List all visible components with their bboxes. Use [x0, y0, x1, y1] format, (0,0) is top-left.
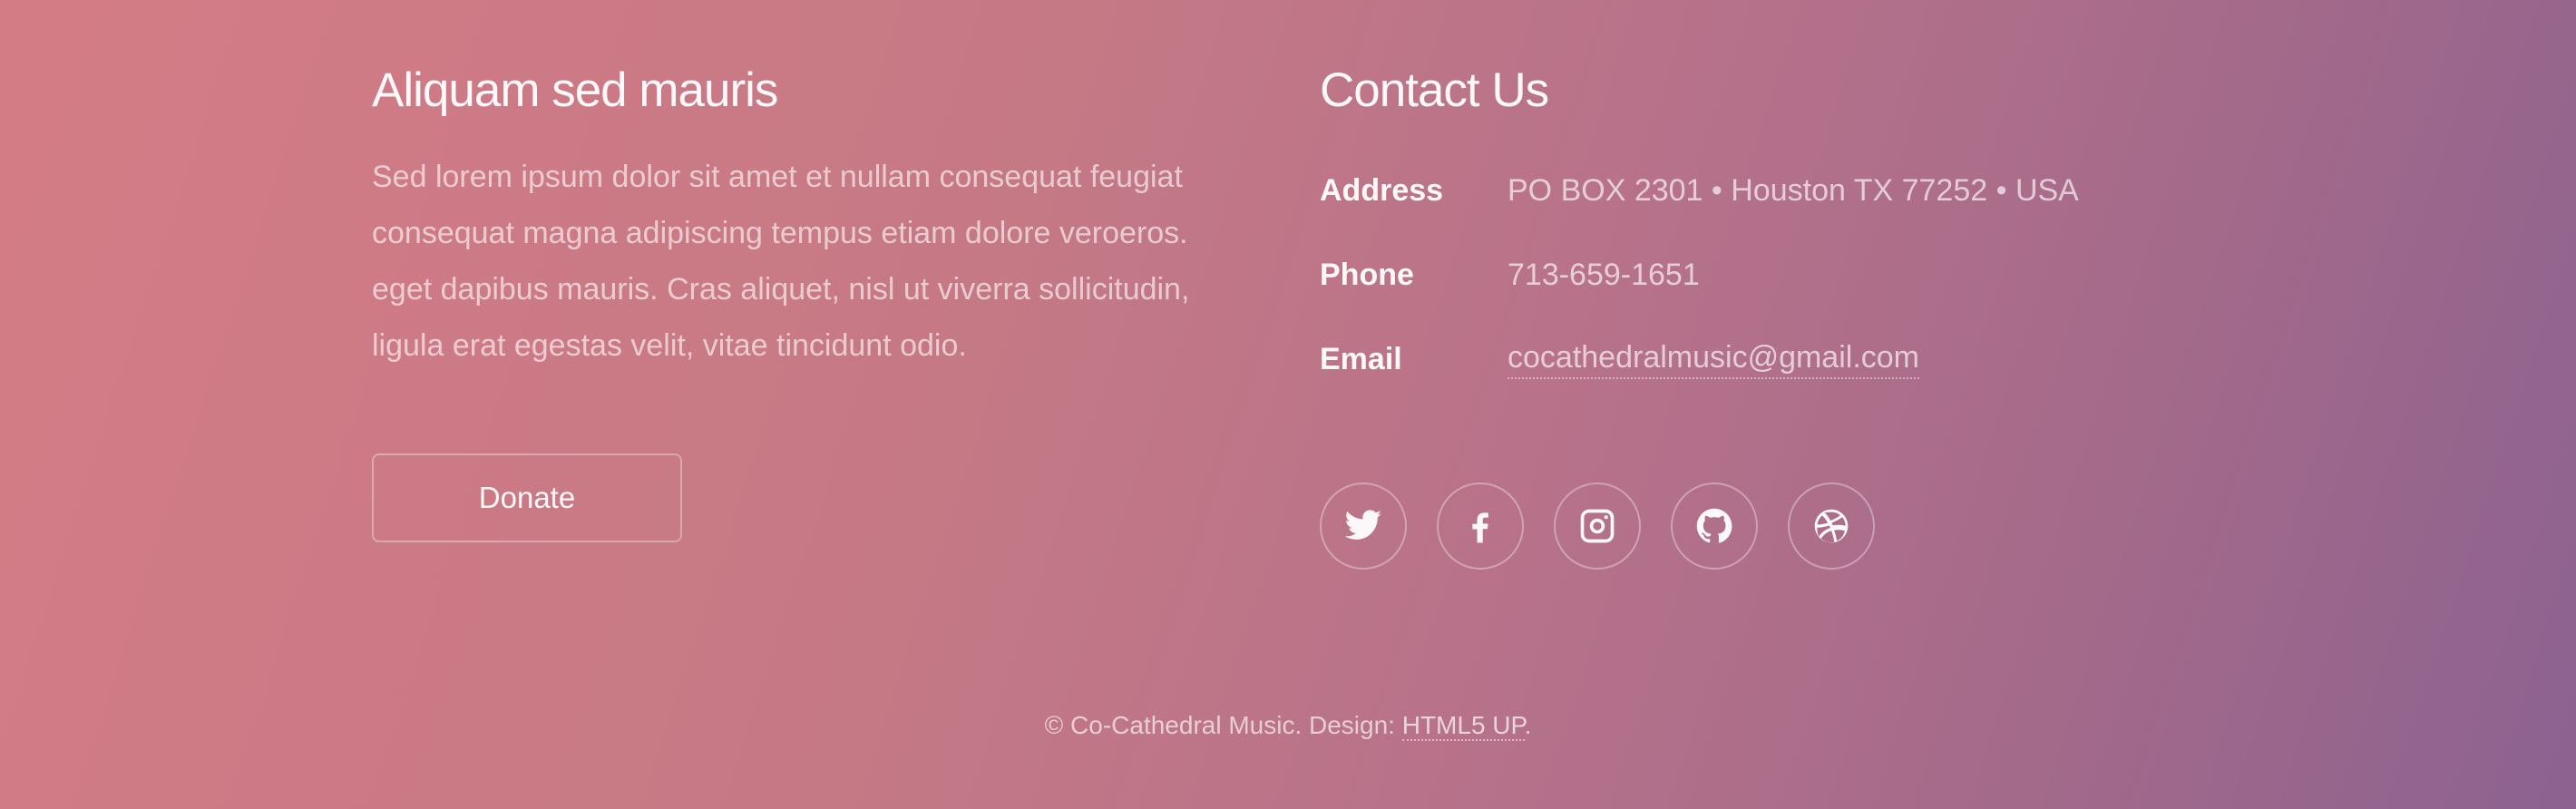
email-link[interactable]: cocathedralmusic@gmail.com — [1508, 340, 1920, 379]
dribbble-icon — [1814, 509, 1849, 543]
about-section: Aliquam sed mauris Sed lorem ipsum dolor… — [372, 54, 1206, 542]
instagram-button[interactable] — [1554, 482, 1641, 570]
github-icon — [1696, 508, 1732, 543]
contact-row-email: Email cocathedralmusic@gmail.com — [1320, 317, 2227, 402]
footer: Aliquam sed mauris Sed lorem ipsum dolor… — [0, 0, 2576, 809]
social-links — [1320, 482, 1875, 570]
email-label: Email — [1320, 342, 1402, 376]
github-button[interactable] — [1671, 482, 1758, 570]
contact-heading: Contact Us — [1320, 63, 1549, 117]
html5up-link[interactable]: HTML5 UP — [1401, 711, 1525, 741]
copyright: © Co-Cathedral Music. Design: HTML5 UP. — [0, 711, 2576, 741]
address-value: PO BOX 2301 • Houston TX 77252 • USA — [1508, 173, 2079, 208]
twitter-icon — [1344, 510, 1382, 540]
phone-value: 713-659-1651 — [1508, 258, 1700, 292]
copyright-text: © Co-Cathedral Music. Design: — [1044, 711, 1402, 739]
address-label: Address — [1320, 173, 1444, 208]
about-paragraph: Sed lorem ipsum dolor sit amet et nullam… — [372, 160, 1190, 363]
instagram-icon — [1580, 509, 1615, 543]
donate-button[interactable]: Donate — [372, 453, 682, 542]
contact-row-phone: Phone 713-659-1651 — [1320, 233, 2227, 317]
dribbble-button[interactable] — [1788, 482, 1875, 570]
phone-label: Phone — [1320, 258, 1414, 292]
contact-section: Contact Us Address PO BOX 2301 • Houston… — [1320, 54, 2227, 570]
copyright-suffix: . — [1524, 711, 1532, 739]
contact-row-address: Address PO BOX 2301 • Houston TX 77252 •… — [1320, 149, 2227, 233]
twitter-button[interactable] — [1320, 482, 1407, 570]
about-heading: Aliquam sed mauris — [372, 63, 778, 117]
facebook-icon — [1472, 512, 1488, 543]
facebook-button[interactable] — [1437, 482, 1524, 570]
contact-list: Address PO BOX 2301 • Houston TX 77252 •… — [1320, 149, 2227, 402]
